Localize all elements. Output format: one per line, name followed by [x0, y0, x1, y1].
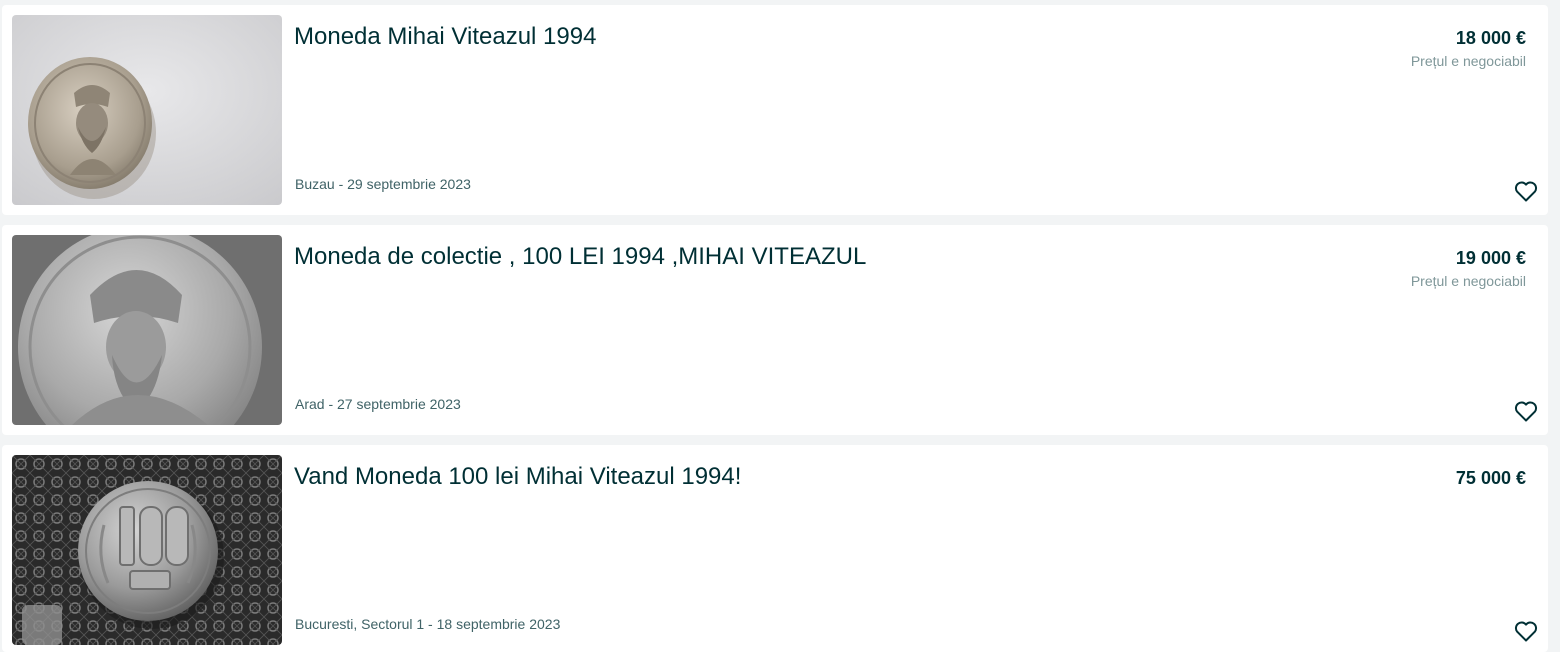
listing-photo[interactable] — [12, 455, 282, 645]
favorite-button[interactable] — [1512, 177, 1540, 205]
listing-photo[interactable] — [12, 15, 282, 205]
listing-location-date: Arad - 27 septembrie 2023 — [295, 396, 461, 412]
listing-price: 19 000 € — [1455, 248, 1526, 268]
price-negotiable-label: Prețul e negociabil — [1410, 273, 1526, 289]
listing-card[interactable]: Vand Moneda 100 lei Mihai Viteazul 1994!… — [2, 445, 1548, 652]
listing-photo[interactable] — [12, 235, 282, 425]
listing-results: Moneda Mihai Viteazul 1994 Buzau - 29 se… — [0, 0, 1560, 652]
heart-icon — [1514, 181, 1538, 202]
listing-card[interactable]: Moneda de colectie , 100 LEI 1994 ,MIHAI… — [2, 225, 1548, 435]
heart-icon — [1514, 401, 1538, 422]
listing-location-date: Buzau - 29 septembrie 2023 — [295, 176, 471, 192]
listing-title[interactable]: Moneda Mihai Viteazul 1994 — [294, 21, 1294, 53]
listing-location-date: Bucuresti, Sectorul 1 - 18 septembrie 20… — [295, 616, 561, 632]
price-negotiable-label: Prețul e negociabil — [1410, 53, 1526, 69]
coin-photo-image — [12, 15, 282, 205]
listing-title[interactable]: Moneda de colectie , 100 LEI 1994 ,MIHAI… — [294, 241, 1294, 273]
listing-price: 18 000 € — [1455, 28, 1526, 48]
listing-card[interactable]: Moneda Mihai Viteazul 1994 Buzau - 29 se… — [2, 5, 1548, 215]
favorite-button[interactable] — [1512, 617, 1540, 645]
listing-title[interactable]: Vand Moneda 100 lei Mihai Viteazul 1994! — [294, 461, 1294, 493]
heart-icon — [1514, 621, 1538, 642]
listing-price: 75 000 € — [1455, 468, 1526, 488]
coin-photo-image — [12, 235, 282, 425]
favorite-button[interactable] — [1512, 397, 1540, 425]
coin-photo-image — [12, 455, 282, 645]
